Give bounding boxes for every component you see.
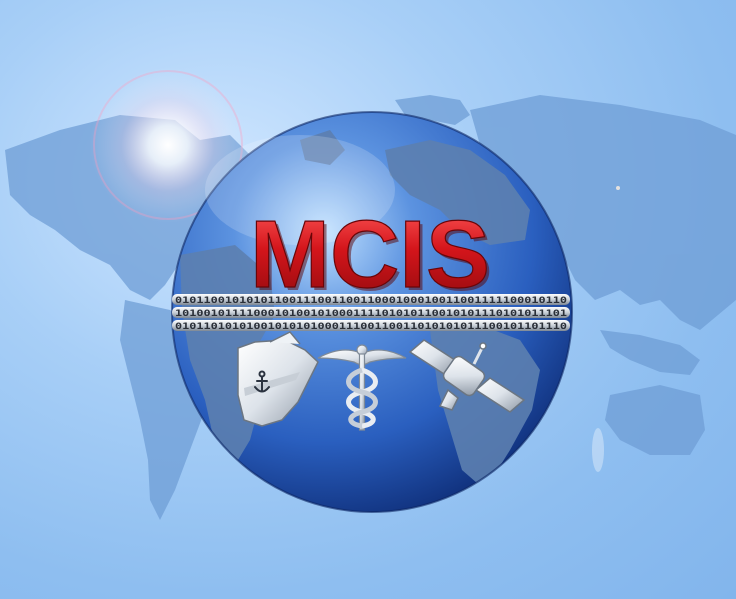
mcis-logo-artwork: MCIS MCIS 010110010101011001110011001100… [0, 0, 736, 599]
binary-row-1: 0101100101010110011100110011000100010011… [175, 296, 567, 306]
logo-canvas: MCIS MCIS 010110010101011001110011001100… [5, 67, 736, 520]
reflection-highlight [592, 428, 604, 472]
mcis-wordmark: MCIS [250, 201, 490, 308]
binary-row-3: 0101101010100101010100011100110011010101… [175, 322, 567, 332]
binary-row-2: 1010010111100010100101000111101010110010… [175, 309, 567, 319]
binary-band: 0101100101010110011100110011000100010011… [172, 294, 570, 332]
